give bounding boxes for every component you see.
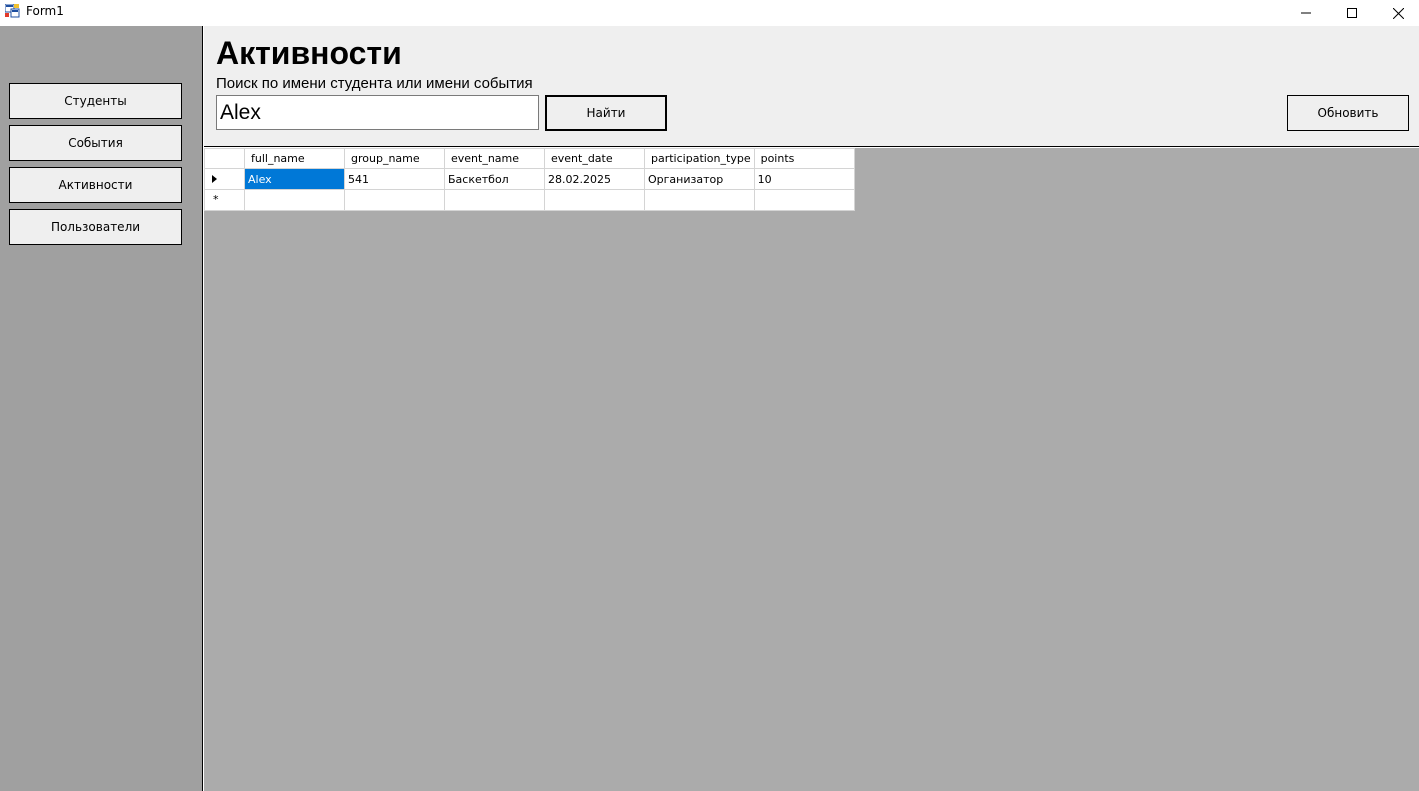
table-cell-event-name[interactable]: Баскетбол	[444, 168, 545, 190]
new-row[interactable]: *	[204, 189, 855, 211]
column-header-event-date[interactable]: event_date	[544, 148, 645, 169]
new-row-marker-icon: *	[213, 193, 219, 206]
minimize-button[interactable]	[1283, 0, 1329, 26]
app-icon	[4, 3, 20, 18]
table-cell-event-date[interactable]: 28.02.2025	[544, 168, 645, 190]
search-input[interactable]	[216, 95, 539, 130]
sidebar: Студенты События Активности Пользователи	[0, 26, 203, 791]
sidebar-item-users[interactable]: Пользователи	[9, 209, 182, 245]
new-row-cell[interactable]	[753, 189, 855, 211]
maximize-icon	[1347, 8, 1357, 18]
grid-header-row: full_name group_name event_name event_da…	[204, 148, 855, 169]
column-header-event-name[interactable]: event_name	[444, 148, 545, 169]
data-grid-area: full_name group_name event_name event_da…	[204, 148, 1419, 791]
new-row-cell[interactable]	[444, 189, 545, 211]
column-header-full-name[interactable]: full_name	[244, 148, 345, 169]
window-title: Form1	[26, 4, 64, 18]
refresh-button[interactable]: Обновить	[1287, 95, 1409, 131]
table-cell-points[interactable]: 10	[753, 168, 855, 190]
sidebar-item-students[interactable]: Студенты	[9, 83, 182, 119]
page-title: Активности	[216, 35, 402, 71]
grid-corner-header[interactable]	[204, 148, 245, 169]
current-row-arrow-icon	[212, 175, 217, 183]
minimize-icon	[1301, 12, 1311, 14]
table-cell-full-name[interactable]: Alex	[244, 168, 345, 190]
new-row-header[interactable]: *	[204, 189, 245, 211]
column-header-points[interactable]: points	[753, 148, 855, 169]
close-icon	[1392, 7, 1404, 19]
new-row-cell[interactable]	[244, 189, 345, 211]
column-header-group-name[interactable]: group_name	[344, 148, 445, 169]
close-button[interactable]	[1375, 0, 1419, 26]
table-cell-participation-type[interactable]: Организатор	[644, 168, 755, 190]
new-row-cell[interactable]	[544, 189, 645, 211]
column-header-participation-type[interactable]: participation_type	[644, 148, 755, 169]
table-row[interactable]: Alex 541 Баскетбол 28.02.2025 Организато…	[204, 168, 855, 190]
table-cell-group-name[interactable]: 541	[344, 168, 445, 190]
find-button[interactable]: Найти	[545, 95, 667, 131]
new-row-cell[interactable]	[644, 189, 755, 211]
new-row-cell[interactable]	[344, 189, 445, 211]
row-header[interactable]	[204, 168, 245, 190]
sidebar-item-events[interactable]: События	[9, 125, 182, 161]
search-label: Поиск по имени студента или имени событи…	[216, 75, 533, 92]
sidebar-item-activities[interactable]: Активности	[9, 167, 182, 203]
maximize-button[interactable]	[1329, 0, 1375, 26]
header-panel: Активности Поиск по имени студента или и…	[204, 26, 1419, 147]
data-grid[interactable]: full_name group_name event_name event_da…	[204, 148, 855, 211]
title-bar: Form1	[0, 0, 1419, 26]
